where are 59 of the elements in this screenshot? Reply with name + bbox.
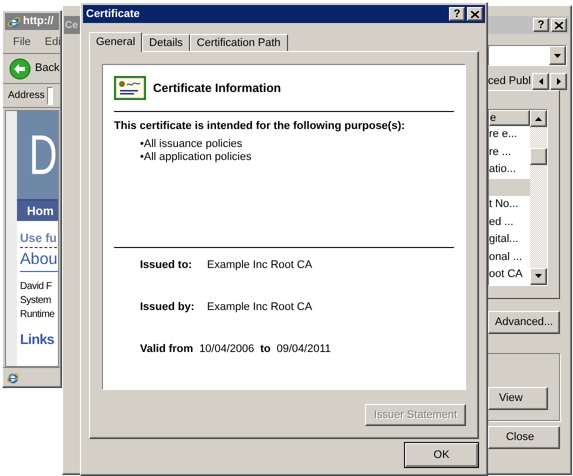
field-value: Example Inc Root CA bbox=[207, 300, 312, 315]
field-label: Issued by: bbox=[140, 300, 196, 315]
section-heading: Abou bbox=[20, 249, 58, 272]
caret-right-icon bbox=[556, 78, 560, 84]
purpose-intro: This certificate is intended for the following purpose(s): bbox=[114, 119, 406, 134]
address-field[interactable] bbox=[46, 86, 53, 104]
caret-down-icon bbox=[535, 274, 542, 278]
browser-icon bbox=[7, 14, 21, 28]
scroll-thumb[interactable] bbox=[530, 148, 547, 166]
tab[interactable]: General bbox=[89, 32, 142, 52]
field-value: Example Inc Root CA bbox=[207, 258, 312, 273]
section-heading: Certificate Information bbox=[153, 80, 282, 97]
banner-letter: D bbox=[29, 127, 58, 183]
purpose-item: •All issuance policies bbox=[140, 138, 244, 150]
column-header[interactable]: e bbox=[489, 110, 530, 126]
purpose-item: •All application policies bbox=[140, 150, 252, 164]
help-button[interactable]: ? bbox=[533, 18, 549, 32]
close-button[interactable] bbox=[551, 18, 567, 32]
scroll-down-button[interactable] bbox=[530, 268, 547, 285]
close-icon bbox=[471, 10, 479, 18]
field-label: Valid from bbox=[140, 342, 194, 357]
view-button[interactable]: View bbox=[488, 386, 548, 410]
advanced-button[interactable]: Advanced... bbox=[488, 311, 560, 334]
tab[interactable]: Details bbox=[142, 34, 190, 51]
store-dropdown[interactable] bbox=[488, 45, 567, 66]
field-value: 10/04/2006 bbox=[199, 342, 254, 357]
help-button[interactable]: ? bbox=[449, 7, 465, 21]
tagline: Use fu bbox=[20, 229, 57, 248]
certificate-icon bbox=[114, 76, 146, 100]
caret-down-icon bbox=[554, 54, 561, 58]
address-label: Address bbox=[8, 89, 45, 103]
scroll-right-button[interactable] bbox=[550, 72, 567, 90]
browser-icon bbox=[6, 370, 20, 384]
window-title: http:// bbox=[23, 14, 54, 30]
body-text: David F bbox=[20, 280, 53, 294]
menu-item[interactable]: Edi bbox=[44, 34, 61, 51]
dropdown-arrow-button[interactable] bbox=[549, 46, 566, 65]
dialog-title: Certificate bbox=[86, 6, 140, 22]
ok-button[interactable]: OK bbox=[404, 442, 479, 468]
menu-item[interactable]: File bbox=[13, 34, 31, 51]
section-heading: Links bbox=[20, 330, 56, 349]
close-button[interactable] bbox=[467, 7, 483, 21]
tab[interactable]: Certification Path bbox=[190, 34, 288, 51]
field-value: 09/04/2011 bbox=[276, 342, 331, 357]
field-label: to bbox=[260, 342, 271, 357]
body-text: Runtime bbox=[20, 308, 56, 322]
caret-left-icon bbox=[538, 78, 542, 84]
close-icon bbox=[555, 22, 563, 28]
field-label: Issued to: bbox=[140, 258, 193, 273]
body-text: System bbox=[20, 294, 52, 308]
back-button[interactable]: Back bbox=[9, 58, 60, 80]
scrollbar[interactable] bbox=[530, 110, 547, 285]
window-title: Ce bbox=[65, 18, 78, 32]
caret-up-icon bbox=[535, 116, 542, 120]
scroll-up-button[interactable] bbox=[530, 110, 547, 127]
scroll-left-button[interactable] bbox=[532, 72, 549, 90]
store-tab[interactable]: ced Publ bbox=[488, 72, 532, 90]
nav-link[interactable]: Hom bbox=[27, 202, 54, 220]
close-text-button[interactable]: Close bbox=[488, 426, 560, 449]
